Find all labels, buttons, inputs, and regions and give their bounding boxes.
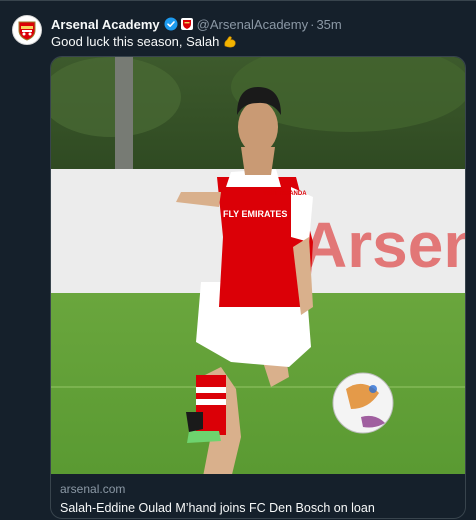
tweet[interactable]: Arsenal Academy @ArsenalAcademy · 35m Go…	[0, 1, 476, 520]
tweet-text: Good luck this season, Salah	[51, 33, 237, 51]
shirt-sponsor-text: FLY EMIRATES	[223, 209, 287, 219]
arsenal-affiliation-icon[interactable]	[180, 18, 193, 30]
avatar[interactable]	[12, 15, 42, 45]
verified-badge-icon	[164, 17, 178, 31]
arsenal-crest-icon	[18, 21, 36, 41]
pitchside-board-text: Arsen	[301, 209, 465, 281]
card-domain: arsenal.com	[60, 482, 126, 496]
flexed-biceps-emoji-icon	[223, 35, 237, 49]
author-name[interactable]: Arsenal Academy	[51, 17, 160, 32]
sleeve-sponsor-text: VISIT RWANDA	[263, 191, 307, 197]
card-meta[interactable]: arsenal.com Salah-Eddine Oulad M’hand jo…	[51, 474, 465, 518]
tweet-header: Arsenal Academy @ArsenalAcademy · 35m	[51, 15, 471, 33]
link-card[interactable]: Arsen FLY EMIRATES VISIT RWANDA arsenal.…	[50, 56, 466, 519]
card-headline: Salah-Eddine Oulad M’hand joins FC Den B…	[60, 501, 375, 515]
author-handle[interactable]: @ArsenalAcademy	[197, 17, 308, 32]
tweet-text-content: Good luck this season, Salah	[51, 34, 220, 49]
separator-dot: ·	[310, 16, 315, 32]
card-image[interactable]: Arsen FLY EMIRATES VISIT RWANDA	[51, 57, 465, 474]
timestamp[interactable]: 35m	[316, 17, 341, 32]
